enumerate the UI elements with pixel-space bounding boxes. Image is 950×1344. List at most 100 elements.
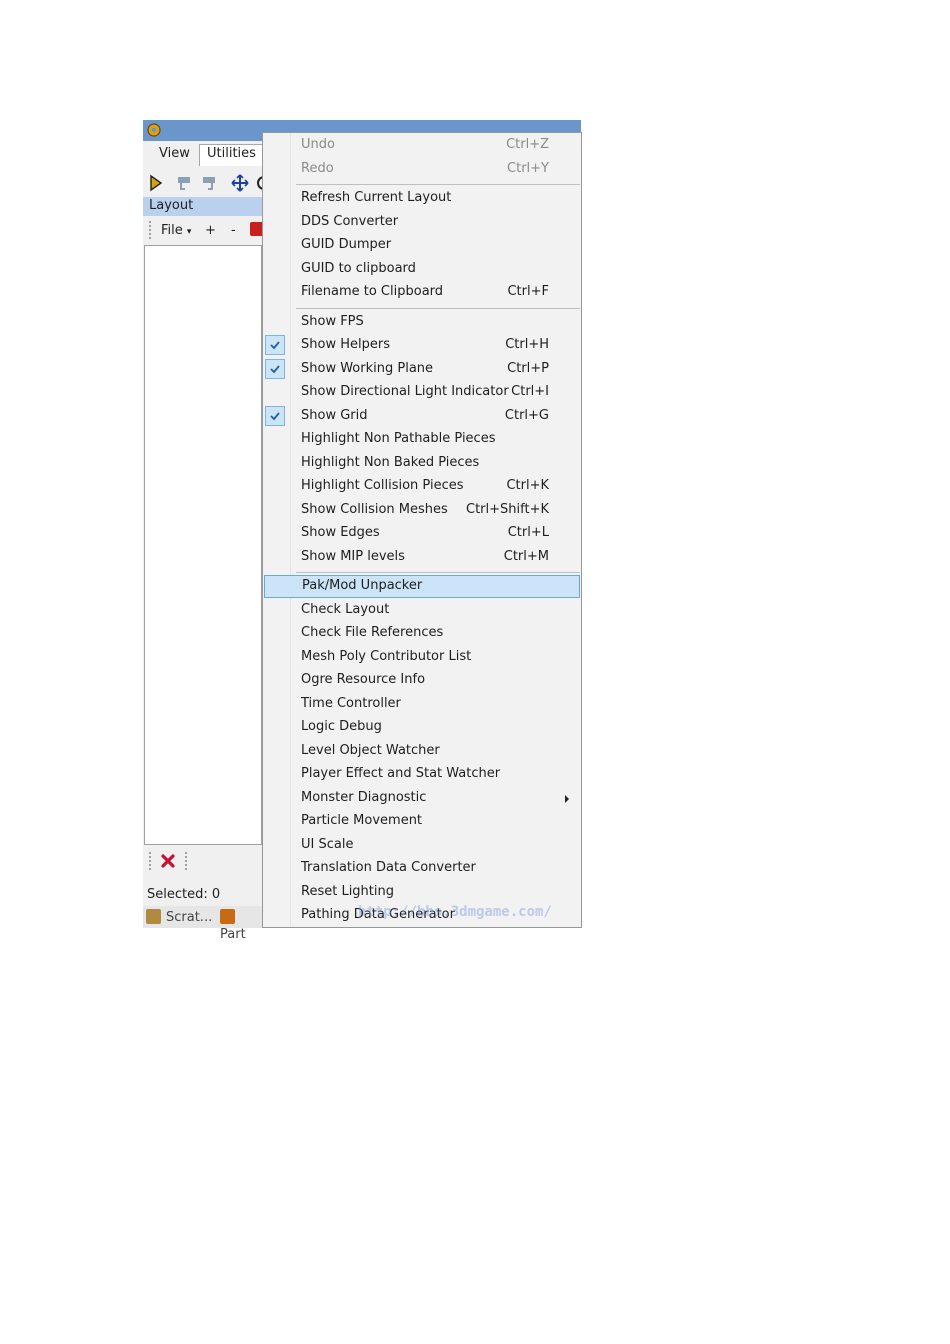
menu-item-refresh-current-layout[interactable]: Refresh Current Layout (263, 187, 581, 210)
menu-item-label: Check Layout (301, 601, 390, 617)
menu-item-label: Player Effect and Stat Watcher (301, 766, 501, 781)
menu-item-shortcut: Ctrl+K (506, 478, 549, 493)
tab-scratch[interactable]: Scrat... (146, 909, 212, 926)
menu-item-show-edges[interactable]: Show Edges Ctrl+L (263, 522, 581, 545)
menu-view[interactable]: View (152, 145, 197, 163)
menu-item-label: Show FPS (301, 313, 364, 329)
menu-item-label: Show Grid (301, 407, 368, 423)
layout-tree-view[interactable] (144, 245, 262, 845)
menu-item-show-grid[interactable]: Show Grid Ctrl+G (263, 405, 581, 428)
menu-item-highlight-collision-pieces[interactable]: Highlight Collision Pieces Ctrl+K (263, 475, 581, 498)
menu-item-monster-diagnostic[interactable]: Monster Diagnostic (263, 787, 581, 810)
menu-item-shortcut: Ctrl+L (507, 525, 549, 540)
checkmark-icon (265, 358, 285, 379)
menu-item-show-collision-meshes[interactable]: Show Collision Meshes Ctrl+Shift+K (263, 499, 581, 522)
watermark: http://bbs.3dmgame.com/ (358, 904, 552, 920)
menu-item-logic-debug[interactable]: Logic Debug (263, 716, 581, 739)
menu-item-shortcut: Ctrl+H (505, 337, 549, 352)
menu-item-level-object-watcher[interactable]: Level Object Watcher (263, 740, 581, 763)
menu-item-label: Level Object Watcher (301, 742, 440, 758)
menu-item-mesh-poly-contributor-list[interactable]: Mesh Poly Contributor List (263, 646, 581, 669)
menu-item-shortcut: Ctrl+Shift+K (466, 501, 549, 517)
menu-item-particle-movement[interactable]: Particle Movement (263, 810, 581, 833)
menu-item-label: UI Scale (301, 836, 354, 852)
menu-item-shortcut: Ctrl+Y (507, 160, 549, 176)
menu-item-label: Show Collision Meshes (301, 501, 448, 517)
menu-separator (296, 307, 580, 309)
move-down-icon[interactable] (175, 174, 193, 192)
toolbar-grip (149, 852, 153, 870)
toolbar-grip (185, 852, 189, 870)
menu-item-undo: Undo Ctrl+Z (263, 134, 581, 157)
menu-item-show-mip-levels[interactable]: Show MIP levels Ctrl+M (263, 546, 581, 569)
menu-item-shortcut: Ctrl+I (511, 384, 549, 399)
selected-count: Selected: 0 (147, 887, 221, 902)
menu-item-player-effect-and-stat-watcher[interactable]: Player Effect and Stat Watcher (263, 763, 581, 786)
menu-item-label: Monster Diagnostic (301, 789, 427, 805)
add-button[interactable]: + (205, 223, 216, 238)
menu-item-shortcut: Ctrl+G (504, 407, 549, 423)
menu-item-label: Logic Debug (301, 719, 382, 734)
tab-particle-label: Part (220, 927, 246, 942)
tab-scratch-label: Scrat... (166, 910, 213, 925)
checkmark-icon (265, 335, 285, 355)
menu-item-shortcut: Ctrl+P (507, 360, 549, 376)
file-dropdown-label: File (161, 223, 183, 238)
scratch-icon (146, 909, 161, 924)
menu-item-guid-dumper[interactable]: GUID Dumper (263, 234, 581, 257)
tab-particle[interactable]: Part (220, 909, 263, 942)
particle-icon (220, 909, 235, 924)
layout-panel-header: Layout (143, 197, 263, 216)
menu-item-ogre-resource-info[interactable]: Ogre Resource Info (263, 669, 581, 692)
menu-item-shortcut: Ctrl+Z (506, 137, 549, 152)
layout-toolbar: File ▾ + - (143, 218, 264, 244)
menu-item-label: Filename to Clipboard (301, 284, 444, 299)
menu-item-label: Refresh Current Layout (301, 190, 452, 205)
menu-item-show-helpers[interactable]: Show Helpers Ctrl+H (263, 334, 581, 357)
menu-item-guid-to-clipboard[interactable]: GUID to clipboard (263, 258, 581, 281)
play-icon[interactable] (147, 174, 165, 192)
chevron-down-icon: ▾ (186, 227, 192, 237)
menu-item-ui-scale[interactable]: UI Scale (263, 834, 581, 857)
layout-panel-title: Layout (149, 198, 194, 213)
menu-item-label: Particle Movement (301, 813, 423, 828)
menu-item-label: Undo (301, 137, 335, 152)
menu-item-pak-mod-unpacker[interactable]: Pak/Mod Unpacker (264, 575, 580, 598)
menu-item-show-directional-light-indicator[interactable]: Show Directional Light Indicator Ctrl+I (263, 381, 581, 404)
menu-item-show-fps[interactable]: Show FPS (263, 311, 581, 334)
menu-item-label: DDS Converter (301, 213, 399, 229)
menu-separator (296, 184, 580, 185)
checkmark-icon (265, 405, 285, 426)
delete-icon[interactable] (160, 853, 176, 869)
menu-item-label: Show MIP levels (301, 548, 405, 564)
menu-item-dds-converter[interactable]: DDS Converter (263, 211, 581, 234)
menu-item-label: GUID to clipboard (301, 260, 416, 276)
menu-item-shortcut: Ctrl+F (507, 284, 549, 299)
menu-item-label: Show Directional Light Indicator (301, 384, 509, 399)
menu-item-highlight-non-baked-pieces[interactable]: Highlight Non Baked Pieces (263, 452, 581, 475)
menu-item-label: Highlight Collision Pieces (301, 478, 464, 493)
remove-button[interactable]: - (231, 223, 236, 238)
menu-item-reset-lighting[interactable]: Reset Lighting (263, 881, 581, 904)
menu-item-check-layout[interactable]: Check Layout (263, 599, 581, 622)
menu-item-label: GUID Dumper (301, 237, 392, 252)
menu-utilities[interactable]: Utilities (199, 144, 264, 166)
menu-item-filename-to-clipboard[interactable]: Filename to Clipboard Ctrl+F (263, 281, 581, 304)
menu-item-redo: Redo Ctrl+Y (263, 158, 581, 181)
menu-item-label: Reset Lighting (301, 883, 394, 899)
utilities-dropdown-menu: Undo Ctrl+Z Redo Ctrl+Y Refresh Current Layo… (262, 132, 582, 928)
menu-item-label: Time Controller (301, 695, 401, 711)
menu-item-time-controller[interactable]: Time Controller (263, 693, 581, 716)
menu-item-highlight-non-pathable-pieces[interactable]: Highlight Non Pathable Pieces (263, 428, 581, 451)
app-gear-icon (147, 123, 161, 137)
menu-item-label: Show Helpers (301, 337, 390, 352)
menu-item-translation-data-converter[interactable]: Translation Data Converter (263, 857, 581, 880)
move-tool-icon[interactable] (231, 174, 249, 192)
menu-item-label: Redo (301, 160, 334, 176)
move-up-icon[interactable] (200, 174, 218, 192)
menu-item-show-working-plane[interactable]: Show Working Plane Ctrl+P (263, 358, 581, 381)
file-dropdown[interactable]: File ▾ (161, 223, 191, 238)
menu-item-label: Translation Data Converter (301, 860, 476, 875)
menu-item-label: Show Working Plane (301, 360, 434, 376)
menu-item-check-file-references[interactable]: Check File References (263, 622, 581, 645)
